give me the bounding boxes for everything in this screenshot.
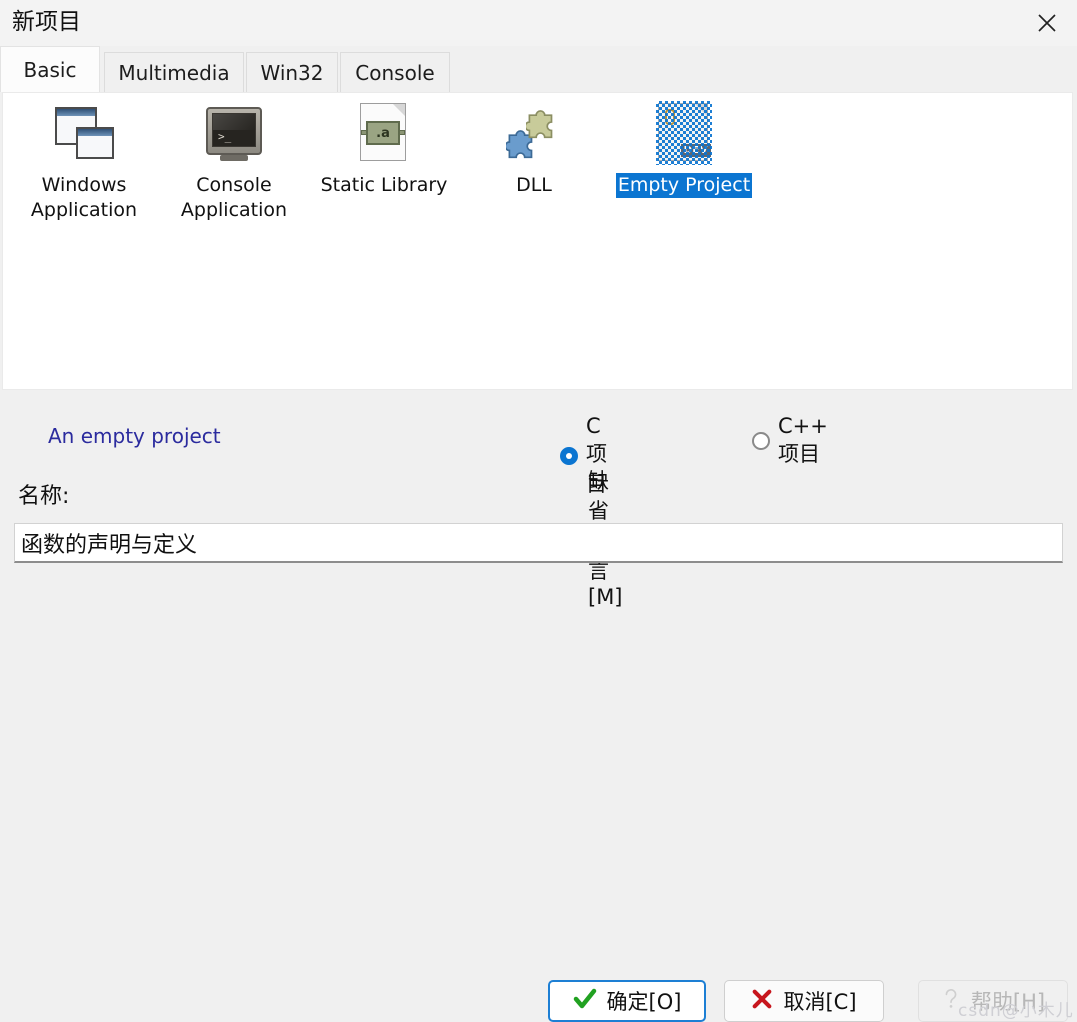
project-item-label: Console Application xyxy=(180,174,288,221)
static-library-chip-glyph: .a xyxy=(366,121,400,145)
help-button-label: 帮助[H] xyxy=(970,990,1046,1014)
tab-console[interactable]: Console xyxy=(340,52,450,92)
tab-label: Multimedia xyxy=(118,60,230,85)
radio-on-icon xyxy=(560,447,578,465)
project-item-empty-project[interactable]: DEV Empty Project xyxy=(609,101,759,198)
bottom-panel: An empty project C 项目 C++ 项目 缺省语言[M] 名称:… xyxy=(0,392,1077,1022)
tab-win32[interactable]: Win32 xyxy=(246,52,338,92)
checkmark-icon xyxy=(573,987,597,1016)
tab-multimedia[interactable]: Multimedia xyxy=(104,52,244,92)
radio-off-icon xyxy=(752,432,770,450)
tab-label: Win32 xyxy=(260,60,324,85)
close-button[interactable] xyxy=(1017,0,1077,46)
project-description: An empty project xyxy=(48,424,221,448)
static-library-icon: .a xyxy=(352,101,416,165)
tab-label: Console xyxy=(355,60,435,85)
project-item-console-application[interactable]: >_ Console Application xyxy=(159,101,309,223)
project-item-label: Windows Application xyxy=(30,174,138,221)
project-item-label: Empty Project xyxy=(615,173,753,198)
window-title: 新项目 xyxy=(12,9,81,35)
empty-project-icon: DEV xyxy=(652,101,716,165)
project-item-label: DLL xyxy=(516,174,552,196)
project-type-panel: Windows Application >_ Console Applicati… xyxy=(2,92,1073,390)
project-name-input[interactable] xyxy=(14,523,1063,563)
tab-strip: Basic Multimedia Win32 Console xyxy=(0,46,1077,92)
dll-icon xyxy=(502,101,566,165)
tab-basic[interactable]: Basic xyxy=(0,46,100,92)
project-item-dll[interactable]: DLL xyxy=(459,101,609,198)
cancel-button-label: 取消[C] xyxy=(783,990,857,1014)
help-button[interactable]: 帮助[H] xyxy=(918,980,1068,1022)
selection-overlay xyxy=(656,101,712,165)
cancel-button[interactable]: 取消[C] xyxy=(724,980,884,1022)
radio-cpp-project[interactable]: C++ 项目 xyxy=(752,414,828,468)
ok-button[interactable]: 确定[O] xyxy=(548,980,706,1022)
windows-application-icon xyxy=(52,101,116,165)
name-field-label: 名称: xyxy=(18,484,70,509)
ok-button-label: 确定[O] xyxy=(606,990,682,1014)
close-icon xyxy=(1036,12,1058,34)
console-application-icon: >_ xyxy=(202,101,266,165)
project-item-static-library[interactable]: .a Static Library xyxy=(309,101,459,198)
title-bar: 新项目 xyxy=(0,0,1077,46)
question-mark-icon xyxy=(941,988,961,1015)
tab-label: Basic xyxy=(23,57,77,82)
project-item-label: Static Library xyxy=(320,174,448,196)
console-prompt-glyph: >_ xyxy=(218,130,232,143)
cross-icon xyxy=(751,988,773,1015)
radio-label: C++ 项目 xyxy=(778,414,828,466)
project-item-windows-application[interactable]: Windows Application xyxy=(9,101,159,223)
